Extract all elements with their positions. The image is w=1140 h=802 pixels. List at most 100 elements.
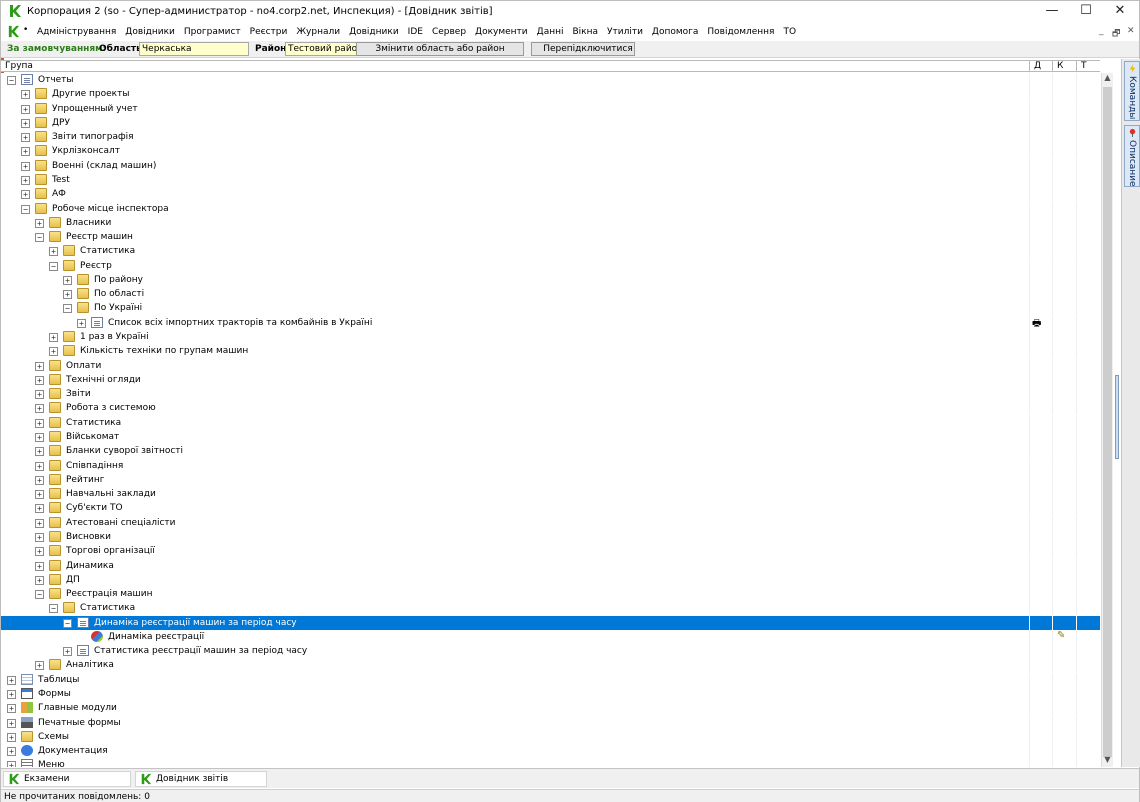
- scroll-down-icon[interactable]: ▼: [1102, 755, 1113, 767]
- tree-row[interactable]: + Меню: [1, 758, 1100, 767]
- expand-icon[interactable]: +: [49, 347, 58, 357]
- expand-icon[interactable]: +: [35, 518, 44, 528]
- expand-icon[interactable]: +: [35, 404, 44, 414]
- column-header-t[interactable]: Т: [1076, 61, 1100, 72]
- tree-row[interactable]: − По Україні: [1, 301, 1100, 316]
- expand-icon[interactable]: +: [35, 490, 44, 500]
- change-region-button[interactable]: Змінити область або район: [356, 42, 524, 56]
- menu-item-9[interactable]: Данні: [537, 27, 564, 37]
- expand-icon[interactable]: +: [35, 390, 44, 400]
- tree-row[interactable]: + Навчальні заклади: [1, 487, 1100, 502]
- tree-row[interactable]: + Кількість техніки по групам машин: [1, 344, 1100, 359]
- tree-row[interactable]: + Статистика реєстрації машин за період ч…: [1, 644, 1100, 659]
- expand-icon[interactable]: +: [7, 704, 16, 714]
- tree-row[interactable]: + Печатные формы: [1, 715, 1100, 730]
- tree-row[interactable]: + Власники: [1, 215, 1100, 230]
- expand-icon[interactable]: +: [35, 461, 44, 471]
- tree-row[interactable]: + Бланки суворої звітності: [1, 444, 1100, 459]
- tree-row[interactable]: +1 раз в Україні: [1, 330, 1100, 345]
- expand-icon[interactable]: +: [63, 275, 72, 285]
- expand-icon[interactable]: +: [21, 118, 30, 128]
- tree-row[interactable]: + Атестовані спеціалісти: [1, 515, 1100, 530]
- expand-icon[interactable]: +: [7, 732, 16, 742]
- expand-icon[interactable]: +: [63, 290, 72, 300]
- mdi-restore-button[interactable]: 🗗: [1112, 26, 1120, 42]
- expand-icon[interactable]: +: [35, 218, 44, 228]
- menu-item-13[interactable]: Повідомлення: [707, 27, 774, 37]
- tree-row[interactable]: + Рейтинг: [1, 472, 1100, 487]
- expand-icon[interactable]: +: [35, 532, 44, 542]
- expand-icon[interactable]: +: [35, 575, 44, 585]
- expand-icon[interactable]: +: [21, 190, 30, 200]
- tree-row[interactable]: + Аналітика: [1, 658, 1100, 673]
- mdi-close-button[interactable]: ✕: [1127, 26, 1135, 36]
- tree-row[interactable]: + Технічні огляди: [1, 372, 1100, 387]
- tree-row[interactable]: + Формы: [1, 687, 1100, 702]
- menu-item-2[interactable]: Програмист: [184, 27, 241, 37]
- menu-item-8[interactable]: Документи: [475, 27, 528, 37]
- expand-icon[interactable]: +: [7, 690, 16, 700]
- region-field[interactable]: Черкаська: [139, 42, 249, 56]
- tree-row[interactable]: + Таблицы: [1, 672, 1100, 687]
- tree-row[interactable]: + Торгові організації: [1, 544, 1100, 559]
- expand-icon[interactable]: +: [21, 90, 30, 100]
- tree-row[interactable]: + Другие проекты: [1, 87, 1100, 102]
- tree-row[interactable]: + ДП: [1, 572, 1100, 587]
- tree-row[interactable]: + По області: [1, 287, 1100, 302]
- mdi-minimize-button[interactable]: _: [1099, 26, 1104, 36]
- tree-row[interactable]: + Укрлізконсалт: [1, 144, 1100, 159]
- tree-row[interactable]: + Висновки: [1, 529, 1100, 544]
- scroll-up-icon[interactable]: ▲: [1102, 73, 1113, 85]
- menu-item-5[interactable]: Довідники: [349, 27, 399, 37]
- tree-row[interactable]: + Динамика: [1, 558, 1100, 573]
- tree-row[interactable]: − Статистика: [1, 601, 1100, 616]
- scroll-thumb[interactable]: [1103, 87, 1112, 757]
- expand-icon[interactable]: +: [49, 247, 58, 257]
- edit-icon[interactable]: ✎: [1057, 630, 1065, 641]
- menu-item-1[interactable]: Довідники: [125, 27, 175, 37]
- system-menu-icon[interactable]: [7, 25, 20, 38]
- expand-icon[interactable]: +: [35, 361, 44, 371]
- splitter-grip[interactable]: [1115, 375, 1119, 459]
- tree-row[interactable]: + Оплати: [1, 358, 1100, 373]
- tree-row[interactable]: − Реєстр машин: [1, 230, 1100, 245]
- expand-icon[interactable]: +: [35, 418, 44, 428]
- tree-row[interactable]: + Военні (склад машин): [1, 158, 1100, 173]
- collapse-icon[interactable]: −: [7, 76, 16, 85]
- menu-item-10[interactable]: Вікна: [572, 27, 598, 37]
- expand-icon[interactable]: +: [35, 447, 44, 457]
- collapse-icon[interactable]: −: [63, 304, 72, 314]
- tree-row[interactable]: + Список всіх імпортних тракторів та комб…: [1, 315, 1100, 330]
- tree-row[interactable]: + Упрощенный учет: [1, 101, 1100, 116]
- menu-item-7[interactable]: Сервер: [432, 27, 466, 37]
- tree-row[interactable]: + Статистика: [1, 415, 1100, 430]
- tree-row[interactable]: + Співпадіння: [1, 458, 1100, 473]
- menu-item-4[interactable]: Журнали: [296, 27, 340, 37]
- collapse-icon[interactable]: −: [63, 618, 72, 628]
- tree-row[interactable]: + Документация: [1, 744, 1100, 759]
- menu-item-14[interactable]: ТО: [783, 27, 796, 37]
- expand-icon[interactable]: +: [35, 547, 44, 557]
- tree-row[interactable]: − Реєстрація машин: [1, 587, 1100, 602]
- side-tab-commands[interactable]: Команды: [1124, 61, 1140, 121]
- column-header-d[interactable]: Д: [1029, 61, 1052, 72]
- tree-row[interactable]: + Главные модули: [1, 701, 1100, 716]
- tree-row[interactable]: − Динаміка реєстрації машин за період час…: [1, 615, 1100, 630]
- tree-scrollbar[interactable]: ▲ ▼: [1101, 73, 1113, 767]
- expand-icon[interactable]: +: [35, 504, 44, 514]
- expand-icon[interactable]: +: [35, 375, 44, 385]
- expand-icon[interactable]: +: [7, 761, 16, 767]
- expand-icon[interactable]: +: [7, 675, 16, 685]
- expand-icon[interactable]: +: [7, 747, 16, 757]
- tree-row[interactable]: + Статистика: [1, 244, 1100, 259]
- tree-row[interactable]: + Військомат: [1, 430, 1100, 444]
- collapse-icon[interactable]: −: [21, 204, 30, 214]
- tree-row[interactable]: + По району: [1, 272, 1100, 287]
- expand-icon[interactable]: +: [77, 318, 86, 328]
- tree-row[interactable]: − Робоче місце інспектора: [1, 201, 1100, 216]
- collapse-icon[interactable]: −: [49, 261, 58, 271]
- menu-item-0[interactable]: Адміністрування: [37, 27, 116, 37]
- collapse-icon[interactable]: −: [35, 590, 44, 600]
- menu-item-3[interactable]: Реєстри: [250, 27, 288, 37]
- expand-icon[interactable]: +: [21, 161, 30, 171]
